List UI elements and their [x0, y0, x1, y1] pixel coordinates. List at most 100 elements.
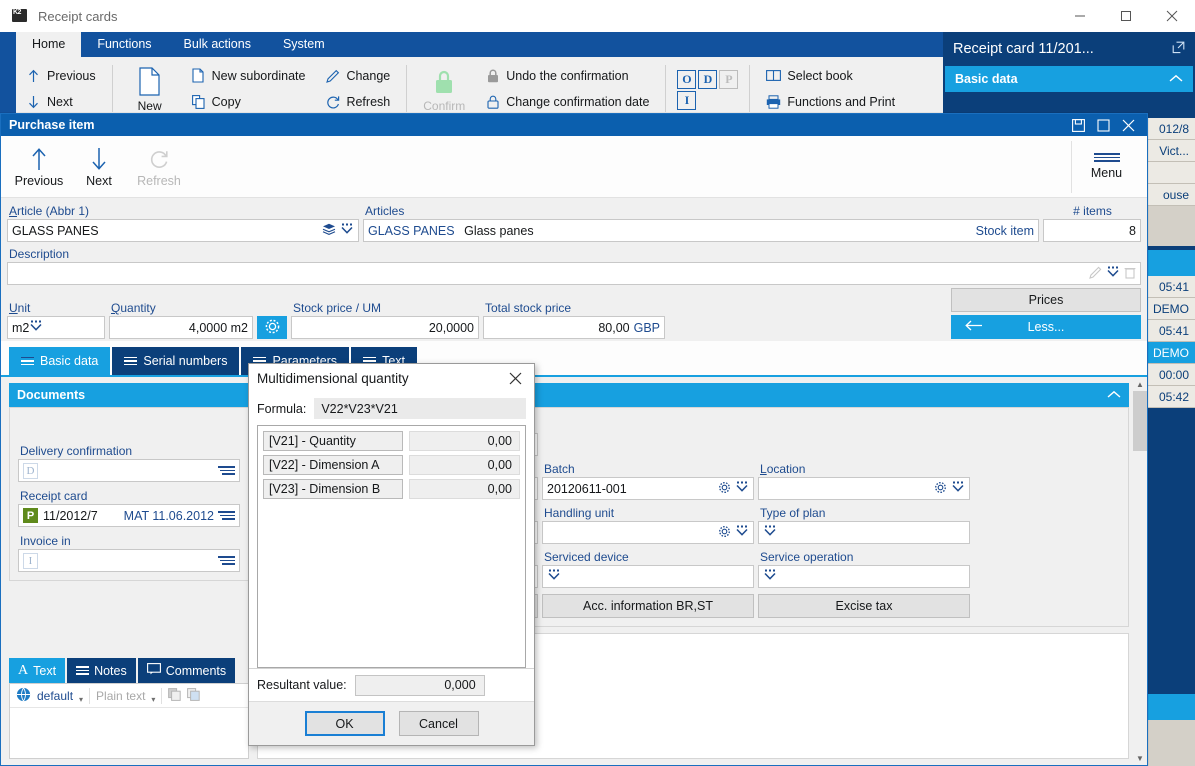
dropdown-icon[interactable]	[951, 481, 965, 496]
dropdown-icon[interactable]	[29, 320, 43, 335]
scroll-down-button[interactable]: ▼	[1133, 751, 1147, 765]
excise-tax-button[interactable]: Excise tax	[758, 594, 970, 618]
paste-icon[interactable]	[187, 687, 201, 704]
body-scrollbar[interactable]: ▲ ▼	[1133, 377, 1147, 765]
dimension-value[interactable]: 0,00	[409, 455, 520, 475]
dimension-value[interactable]: 0,00	[409, 479, 520, 499]
serviced-device-select[interactable]	[542, 565, 754, 588]
ribbon-select-book-button[interactable]: Select book	[760, 63, 901, 89]
book-lookup-icon[interactable]	[322, 223, 336, 239]
text-tab-notes[interactable]: Notes	[67, 658, 136, 683]
save-icon[interactable]	[1072, 118, 1085, 132]
ribbon-previous-button[interactable]: Previous	[20, 63, 102, 89]
service-operation-select[interactable]	[758, 565, 970, 588]
purchase-menu-button[interactable]: Menu	[1071, 140, 1141, 193]
close-icon[interactable]	[1122, 119, 1135, 132]
cancel-button[interactable]: Cancel	[398, 711, 479, 736]
text-format-dropdown[interactable]: Plain text	[96, 689, 145, 703]
unit-select[interactable]: m2	[7, 316, 105, 339]
state-button-o[interactable]: O	[677, 69, 697, 89]
ribbon-new-subordinate-button[interactable]: New subordinate	[185, 63, 312, 89]
dropdown-icon[interactable]	[735, 525, 749, 540]
dropdown-icon[interactable]	[735, 481, 749, 496]
text-language-dropdown[interactable]: default	[37, 689, 73, 703]
ok-button[interactable]: OK	[304, 711, 385, 736]
stock-price-um-input[interactable]: 20,0000	[291, 316, 479, 339]
ribbon-functions-print-button[interactable]: Functions and Print	[760, 89, 901, 115]
dropdown-icon[interactable]	[340, 223, 354, 238]
tab-serial-numbers[interactable]: Serial numbers	[112, 347, 240, 375]
text-tab-text[interactable]: A Text	[9, 658, 66, 683]
invoice-in-input[interactable]: I	[18, 549, 240, 572]
lookup-lines-icon[interactable]	[218, 511, 235, 520]
delivery-confirmation-input[interactable]: D	[18, 459, 240, 482]
documents-header[interactable]: Documents	[9, 383, 249, 407]
dropdown-icon[interactable]	[763, 525, 777, 540]
popout-icon[interactable]	[1172, 41, 1185, 58]
items-count-input[interactable]: 8	[1043, 219, 1141, 242]
close-icon[interactable]	[502, 366, 528, 390]
ribbon-tab-bulk-actions[interactable]: Bulk actions	[168, 32, 267, 57]
prices-button[interactable]: Prices	[951, 288, 1141, 312]
gear-icon[interactable]	[718, 525, 731, 541]
ribbon-change-button[interactable]: Change	[319, 63, 396, 89]
pencil-icon[interactable]	[1089, 266, 1102, 282]
description-input[interactable]	[7, 262, 1141, 285]
minimize-icon[interactable]	[1057, 0, 1103, 32]
multidimensional-quantity-button[interactable]	[257, 316, 287, 339]
copy-icon[interactable]	[168, 687, 182, 704]
text-tab-comments[interactable]: Comments	[137, 658, 236, 683]
dropdown-icon[interactable]	[547, 569, 561, 584]
text-editor[interactable]: default ▾ Plain text ▾	[9, 683, 249, 759]
state-button-i[interactable]: I	[677, 90, 697, 110]
batch-input[interactable]: 20120611-001	[542, 477, 754, 500]
dimension-value[interactable]: 0,00	[409, 431, 520, 451]
ribbon-new-button[interactable]: New	[119, 61, 181, 116]
tab-basic-data[interactable]: Basic data	[9, 347, 111, 375]
ribbon-tab-home[interactable]: Home	[16, 32, 82, 57]
ribbon-tab-system[interactable]: System	[267, 32, 341, 57]
chevron-down-icon[interactable]: ▾	[151, 695, 155, 707]
ribbon-next-button[interactable]: Next	[20, 89, 102, 115]
dropdown-icon[interactable]	[763, 569, 777, 584]
ribbon-copy-button[interactable]: Copy	[185, 89, 312, 115]
formula-input[interactable]: V22*V23*V21	[314, 398, 526, 419]
acc-information-button[interactable]: Acc. information BR,ST	[542, 594, 754, 618]
trash-icon[interactable]	[1124, 266, 1136, 282]
gear-icon[interactable]	[934, 481, 947, 497]
ribbon-tab-functions[interactable]: Functions	[81, 32, 167, 57]
receipt-card-input[interactable]: P 11/2012/7 MAT 11.06.2012	[18, 504, 240, 527]
chevron-down-icon[interactable]: ▾	[79, 695, 83, 707]
ribbon-confirm-button[interactable]: Confirm	[413, 61, 475, 116]
scroll-up-button[interactable]: ▲	[1133, 377, 1147, 391]
articles-display[interactable]: GLASS PANES Glass panes Stock item	[363, 219, 1039, 242]
ribbon-undo-confirmation-button[interactable]: Undo the confirmation	[479, 63, 655, 89]
total-stock-price-input[interactable]: 80,00 GBP	[483, 316, 665, 339]
article-input[interactable]: GLASS PANES	[7, 219, 359, 242]
purchase-next-button[interactable]: Next	[69, 146, 129, 188]
stock-item-link[interactable]: Stock item	[976, 224, 1034, 238]
lookup-lines-icon[interactable]	[218, 466, 235, 475]
chevron-up-icon[interactable]	[1107, 388, 1121, 402]
quantity-input[interactable]: 4,0000 m2	[109, 316, 253, 339]
location-input[interactable]	[758, 477, 970, 500]
scrollbar-thumb[interactable]	[1133, 391, 1147, 451]
maximize-icon[interactable]	[1103, 0, 1149, 32]
globe-icon[interactable]	[16, 687, 31, 705]
ribbon-change-confirmation-date-button[interactable]: Change confirmation date	[479, 89, 655, 115]
handling-unit-input[interactable]	[542, 521, 754, 544]
maximize-icon[interactable]	[1097, 118, 1110, 132]
ribbon-refresh-button[interactable]: Refresh	[319, 89, 396, 115]
type-of-plan-select[interactable]	[758, 521, 970, 544]
scrollbar-track[interactable]	[1133, 451, 1147, 751]
dimension-name: [V21] - Quantity	[263, 431, 403, 451]
right-dock-section-header[interactable]: Basic data	[945, 66, 1193, 92]
lookup-lines-icon[interactable]	[218, 556, 235, 565]
less-button[interactable]: Less...	[951, 315, 1141, 339]
purchase-previous-button[interactable]: Previous	[9, 146, 69, 188]
dropdown-icon[interactable]	[1106, 266, 1120, 281]
chevron-up-icon[interactable]	[1169, 72, 1183, 86]
gear-icon[interactable]	[718, 481, 731, 497]
close-icon[interactable]	[1149, 0, 1195, 32]
state-button-d[interactable]: D	[698, 69, 718, 89]
